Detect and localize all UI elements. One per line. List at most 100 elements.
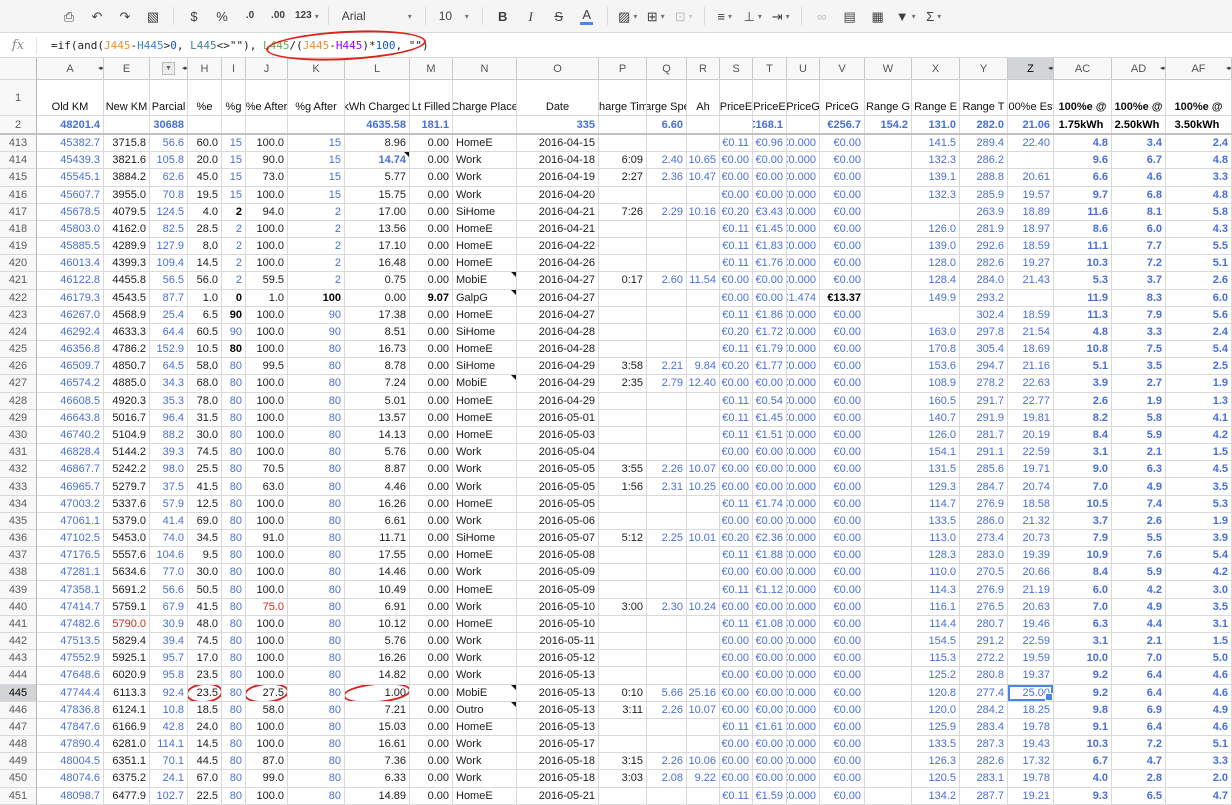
cell-U448[interactable]: €0.000 <box>787 736 820 753</box>
cell-S439[interactable]: €0.11 <box>720 581 753 598</box>
cell-M417[interactable]: 0.00 <box>410 204 453 221</box>
cell-K417[interactable]: 2 <box>288 204 345 221</box>
cell-P436[interactable]: 5:12 <box>599 530 647 547</box>
cell-I449[interactable]: 80 <box>222 753 246 770</box>
cell-F424[interactable]: 64.4 <box>150 324 188 341</box>
cell-X431[interactable]: 154.1 <box>912 444 960 461</box>
cell-R438[interactable] <box>687 564 720 581</box>
cell-I448[interactable]: 80 <box>222 736 246 753</box>
cell-M421[interactable]: 0.00 <box>410 272 453 289</box>
cell-J429[interactable]: 100.0 <box>246 410 288 427</box>
cell-AC424[interactable]: 4.8 <box>1054 324 1112 341</box>
cell-S438[interactable]: €0.00 <box>720 564 753 581</box>
header-cell-X[interactable]: Range E <box>912 80 960 116</box>
cell-K449[interactable]: 80 <box>288 753 345 770</box>
cell-S446[interactable]: €0.00 <box>720 702 753 719</box>
row-header-434[interactable]: 434 <box>0 496 37 513</box>
cell-N418[interactable]: HomeE <box>453 221 517 238</box>
cell-P446[interactable]: 3:11 <box>599 702 647 719</box>
cell-T439[interactable]: €1.12 <box>753 581 787 598</box>
column-letter-S[interactable]: S <box>720 58 753 80</box>
cell-W433[interactable] <box>865 478 912 495</box>
cell-X427[interactable]: 108.9 <box>912 375 960 392</box>
cell-K429[interactable]: 80 <box>288 410 345 427</box>
cell-Y449[interactable]: 282.6 <box>960 753 1008 770</box>
cell-L421[interactable]: 0.75 <box>345 272 410 289</box>
column-letter-AF[interactable]: AF◂▸ <box>1166 58 1232 80</box>
cell-S430[interactable]: €0.11 <box>720 427 753 444</box>
cell-M428[interactable]: 0.00 <box>410 393 453 410</box>
row-header-417[interactable]: 417 <box>0 204 37 221</box>
cell-O450[interactable]: 2016-05-18 <box>517 770 599 787</box>
cell-A432[interactable]: 46867.7 <box>37 461 104 478</box>
cell-K443[interactable]: 80 <box>288 650 345 667</box>
cell-U414[interactable]: €0.000 <box>787 152 820 169</box>
cell-Y421[interactable]: 284.0 <box>960 272 1008 289</box>
cell-Q442[interactable] <box>647 633 687 650</box>
row-header-443[interactable]: 443 <box>0 650 37 667</box>
row-header-449[interactable]: 449 <box>0 753 37 770</box>
cell-Z445[interactable]: 25.00 <box>1008 685 1054 702</box>
cell-I418[interactable]: 2 <box>222 221 246 238</box>
cell-AD420[interactable]: 7.2 <box>1112 255 1166 272</box>
column-letter-V[interactable]: V <box>820 58 865 80</box>
cell-Z418[interactable]: 18.97 <box>1008 221 1054 238</box>
cell-AF422[interactable]: 6.0 <box>1166 290 1232 307</box>
total-cell-L[interactable]: 4635.58 <box>345 116 410 133</box>
cell-M451[interactable]: 0.00 <box>410 788 453 805</box>
cell-W438[interactable] <box>865 564 912 581</box>
column-letter-I[interactable]: I <box>222 58 246 80</box>
cell-H429[interactable]: 31.5 <box>188 410 222 427</box>
cell-S422[interactable]: €0.00 <box>720 290 753 307</box>
cell-L437[interactable]: 17.55 <box>345 547 410 564</box>
cell-AC425[interactable]: 10.8 <box>1054 341 1112 358</box>
cell-K415[interactable]: 15 <box>288 169 345 186</box>
cell-S445[interactable]: €0.00 <box>720 685 753 702</box>
cell-K434[interactable]: 80 <box>288 496 345 513</box>
cell-S451[interactable]: €0.11 <box>720 788 753 805</box>
cell-W416[interactable] <box>865 187 912 204</box>
cell-M429[interactable]: 0.00 <box>410 410 453 427</box>
cell-W414[interactable] <box>865 152 912 169</box>
header-cell-E[interactable]: New KM <box>104 80 150 116</box>
cell-X436[interactable]: 113.0 <box>912 530 960 547</box>
cell-F437[interactable]: 104.6 <box>150 547 188 564</box>
cell-AC426[interactable]: 5.1 <box>1054 358 1112 375</box>
cell-V425[interactable]: €0.00 <box>820 341 865 358</box>
row-header-446[interactable]: 446 <box>0 702 37 719</box>
fill-color-button[interactable]: ▨▾ <box>617 4 639 28</box>
cell-E417[interactable]: 4079.5 <box>104 204 150 221</box>
cell-K438[interactable]: 80 <box>288 564 345 581</box>
cell-P440[interactable]: 3:00 <box>599 599 647 616</box>
cell-AF443[interactable]: 5.0 <box>1166 650 1232 667</box>
cell-P439[interactable] <box>599 581 647 598</box>
cell-J413[interactable]: 100.0 <box>246 135 288 152</box>
cell-U416[interactable]: €0.000 <box>787 187 820 204</box>
cell-R418[interactable] <box>687 221 720 238</box>
cell-K422[interactable]: 100 <box>288 290 345 307</box>
column-letter-Y[interactable]: Y <box>960 58 1008 80</box>
cell-J416[interactable]: 100.0 <box>246 187 288 204</box>
cell-I427[interactable]: 80 <box>222 375 246 392</box>
cell-Q433[interactable]: 2.31 <box>647 478 687 495</box>
cell-O433[interactable]: 2016-05-05 <box>517 478 599 495</box>
cell-AC447[interactable]: 9.1 <box>1054 719 1112 736</box>
cell-AF451[interactable]: 4.7 <box>1166 788 1232 805</box>
cell-AF446[interactable]: 4.9 <box>1166 702 1232 719</box>
cell-Y419[interactable]: 292.6 <box>960 238 1008 255</box>
cell-AC431[interactable]: 3.1 <box>1054 444 1112 461</box>
cell-H444[interactable]: 23.5 <box>188 667 222 684</box>
cell-Y439[interactable]: 276.9 <box>960 581 1008 598</box>
paint-format-button[interactable]: ▧ <box>142 4 164 28</box>
cell-Y436[interactable]: 273.4 <box>960 530 1008 547</box>
filter-button[interactable]: ▼▾ <box>895 4 917 28</box>
corner-cell[interactable] <box>0 58 37 80</box>
cell-I431[interactable]: 80 <box>222 444 246 461</box>
cell-R419[interactable] <box>687 238 720 255</box>
cell-AC433[interactable]: 7.0 <box>1054 478 1112 495</box>
cell-AC438[interactable]: 8.4 <box>1054 564 1112 581</box>
cell-P448[interactable] <box>599 736 647 753</box>
cell-F442[interactable]: 39.4 <box>150 633 188 650</box>
cell-Q432[interactable]: 2.26 <box>647 461 687 478</box>
cell-K431[interactable]: 80 <box>288 444 345 461</box>
